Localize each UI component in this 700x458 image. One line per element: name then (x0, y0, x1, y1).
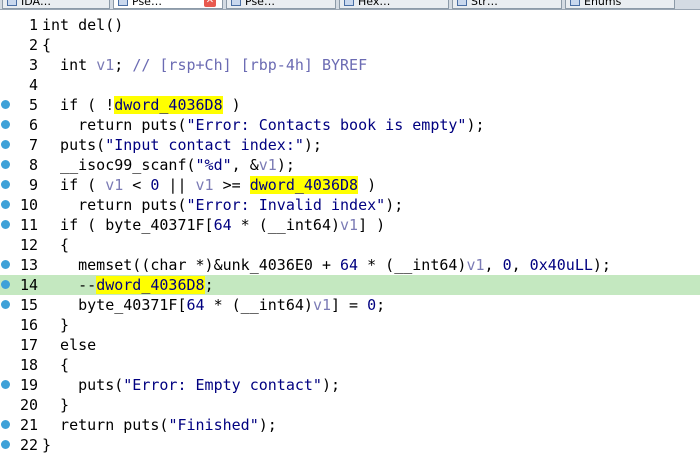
code-line[interactable]: 5 if ( !dword_4036D8 ) (0, 95, 700, 115)
code-text[interactable]: puts("Error: Empty contact"); (42, 375, 340, 395)
tab-3[interactable]: Hex… (339, 0, 449, 9)
code-line[interactable]: 10 return puts("Error: Invalid index"); (0, 195, 700, 215)
line-number: 6 (28, 116, 38, 134)
line-number: 11 (19, 216, 38, 234)
code-text[interactable]: { (42, 355, 69, 375)
line-number: 21 (19, 416, 38, 434)
tab-2[interactable]: Pse… (226, 0, 336, 9)
breakpoint-dot-icon[interactable] (1, 420, 10, 429)
code-line[interactable]: 19 puts("Error: Empty contact"); (0, 375, 700, 395)
tab-label: Pse… (245, 0, 275, 8)
code-text[interactable]: if ( !dword_4036D8 ) (42, 95, 241, 115)
code-text[interactable]: } (42, 315, 69, 335)
code-text[interactable]: if ( v1 < 0 || v1 >= dword_4036D8 ) (42, 175, 376, 195)
line-number: 4 (28, 76, 38, 94)
code-text[interactable]: return puts("Finished"); (42, 415, 277, 435)
code-line[interactable]: 13 memset((char *)&unk_4036E0 + 64 * (__… (0, 255, 700, 275)
close-icon[interactable]: ✕ (204, 0, 216, 7)
code-text[interactable]: int v1; // [rsp+Ch] [rbp-4h] BYREF (42, 55, 367, 75)
line-number: 17 (19, 336, 38, 354)
code-text[interactable]: } (42, 395, 69, 415)
tab-view-icon (570, 0, 580, 6)
line-number: 10 (19, 196, 38, 214)
line-number: 7 (28, 136, 38, 154)
breakpoint-dot-icon[interactable] (1, 140, 10, 149)
tab-label: Enums (584, 0, 622, 8)
code-text[interactable]: { (42, 35, 51, 55)
tab-view-icon (457, 0, 467, 6)
line-number: 2 (28, 36, 38, 54)
line-number: 1 (28, 16, 38, 34)
code-text[interactable]: if ( byte_40371F[64 * (__int64)v1] ) (42, 215, 385, 235)
tab-4[interactable]: Str… (452, 0, 562, 9)
breakpoint-dot-icon[interactable] (1, 180, 10, 189)
line-number: 22 (19, 436, 38, 454)
tab-5[interactable]: Enums (565, 0, 675, 9)
tab-view-icon (231, 0, 241, 6)
code-text[interactable]: byte_40371F[64 * (__int64)v1] = 0; (42, 295, 385, 315)
tab-label: Hex… (358, 0, 391, 8)
breakpoint-dot-icon[interactable] (1, 380, 10, 389)
line-number: 14 (19, 276, 38, 294)
code-line[interactable]: 8 __isoc99_scanf("%d", &v1); (0, 155, 700, 175)
code-text[interactable]: puts("Input contact index:"); (42, 135, 322, 155)
line-number: 15 (19, 296, 38, 314)
code-line[interactable]: 15 byte_40371F[64 * (__int64)v1] = 0; (0, 295, 700, 315)
tab-view-icon (118, 0, 128, 6)
code-line[interactable]: 22} (0, 435, 700, 455)
code-text[interactable]: else (42, 335, 96, 355)
line-number: 5 (28, 96, 38, 114)
code-line[interactable]: 17 else (0, 335, 700, 355)
code-line[interactable]: 16 } (0, 315, 700, 335)
code-text[interactable]: int del() (42, 15, 123, 35)
line-number: 9 (28, 176, 38, 194)
code-text[interactable]: return puts("Error: Invalid index"); (42, 195, 403, 215)
breakpoint-dot-icon[interactable] (1, 160, 10, 169)
breakpoint-dot-icon[interactable] (1, 120, 10, 129)
code-text[interactable]: { (42, 235, 69, 255)
line-number: 3 (28, 56, 38, 74)
line-number: 16 (19, 316, 38, 334)
breakpoint-dot-icon[interactable] (1, 220, 10, 229)
code-line[interactable]: 3 int v1; // [rsp+Ch] [rbp-4h] BYREF (0, 55, 700, 75)
tab-0[interactable]: IDA… (2, 0, 110, 9)
line-number: 8 (28, 156, 38, 174)
line-number: 18 (19, 356, 38, 374)
line-number: 13 (19, 256, 38, 274)
breakpoint-dot-icon[interactable] (1, 300, 10, 309)
breakpoint-dot-icon[interactable] (1, 200, 10, 209)
tab-1[interactable]: Pse… ✕ (113, 0, 223, 9)
tab-label: Str… (471, 0, 498, 8)
tab-view-icon (7, 0, 17, 6)
line-number: 12 (19, 236, 38, 254)
breakpoint-dot-icon[interactable] (1, 440, 10, 449)
code-line[interactable]: 11 if ( byte_40371F[64 * (__int64)v1] ) (0, 215, 700, 235)
tab-label: Pse… (132, 0, 162, 8)
code-line[interactable]: 21 return puts("Finished"); (0, 415, 700, 435)
breakpoint-dot-icon[interactable] (1, 280, 10, 289)
code-line[interactable]: 2{ (0, 35, 700, 55)
breakpoint-dot-icon[interactable] (1, 260, 10, 269)
code-text[interactable]: return puts("Error: Contacts book is emp… (42, 115, 484, 135)
breakpoint-dot-icon[interactable] (1, 100, 10, 109)
code-line[interactable]: 9 if ( v1 < 0 || v1 >= dword_4036D8 ) (0, 175, 700, 195)
code-text[interactable]: } (42, 435, 51, 455)
code-line[interactable]: 18 { (0, 355, 700, 375)
code-line[interactable]: 6 return puts("Error: Contacts book is e… (0, 115, 700, 135)
code-line[interactable]: 1 int del() (0, 15, 700, 35)
pseudocode-view[interactable]: 1 int del() 2{3 int v1; // [rsp+Ch] [rbp-4… (0, 15, 700, 455)
line-number: 20 (19, 396, 38, 414)
tab-view-icon (344, 0, 354, 6)
code-line[interactable]: 20 } (0, 395, 700, 415)
code-line[interactable]: 7 puts("Input contact index:"); (0, 135, 700, 155)
code-text[interactable]: memset((char *)&unk_4036E0 + 64 * (__int… (42, 255, 611, 275)
code-line[interactable]: 12 { (0, 235, 700, 255)
code-line[interactable]: 4 (0, 75, 700, 95)
code-line[interactable]: 14 --dword_4036D8; (0, 275, 700, 295)
tab-label: IDA… (21, 0, 52, 8)
code-text[interactable]: __isoc99_scanf("%d", &v1); (42, 155, 295, 175)
tab-bar: IDA… Pse… ✕ Pse… Hex… Str… Enums (0, 0, 700, 10)
line-number: 19 (19, 376, 38, 394)
code-text[interactable]: --dword_4036D8; (42, 275, 214, 295)
